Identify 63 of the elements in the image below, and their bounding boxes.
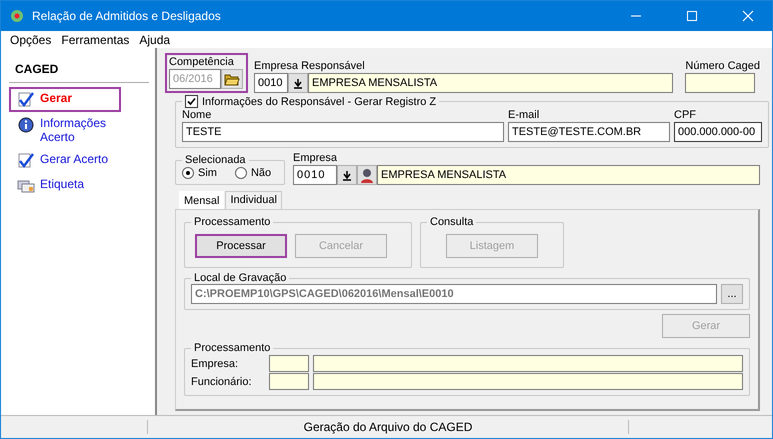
sidebar-item[interactable]: Gerar [9, 87, 121, 112]
download-icon [342, 170, 352, 180]
radio-option[interactable]: Não [234, 167, 272, 179]
browse-button[interactable]: ... [721, 284, 743, 304]
field-label: Nome [182, 108, 212, 122]
download-icon [293, 78, 303, 88]
code-field[interactable]: 0010 [293, 165, 337, 185]
row-label: Funcionário: [191, 376, 253, 388]
cards-icon [17, 178, 35, 194]
sidebar-item[interactable]: Gerar Acerto [9, 148, 125, 173]
tab[interactable]: Individual [225, 191, 282, 209]
tab[interactable]: Mensal [179, 191, 224, 209]
input-field[interactable]: 000.000.000-00 [674, 122, 762, 142]
person-button[interactable] [357, 165, 377, 185]
group-title: Processamento [194, 216, 270, 228]
caged-number-field[interactable] [685, 73, 756, 93]
sidebar-item[interactable]: Informações Acerto [9, 112, 125, 148]
status-text: Geração do Arquivo do CAGED [147, 420, 629, 434]
lookup-button[interactable] [337, 165, 357, 185]
group-title: Local de Gravação [194, 272, 286, 284]
field-label: Empresa Responsável [254, 59, 366, 73]
company-name-field[interactable]: EMPRESA MENSALISTA [377, 165, 760, 185]
code-field[interactable] [269, 355, 309, 372]
lookup-button[interactable] [288, 73, 308, 93]
field-label: CPF [674, 108, 697, 122]
person-icon [360, 168, 374, 182]
sidebar-label: Informações Acerto [40, 116, 108, 144]
field-label: Empresa [293, 151, 338, 165]
folder-icon [224, 72, 240, 86]
checked-document-icon [17, 153, 35, 169]
radio-option[interactable]: Sim [182, 167, 217, 179]
path-field[interactable]: C:\PROEMP10\GPS\CAGED\062016\Mensal\E0010 [191, 284, 717, 304]
name-field[interactable] [313, 373, 743, 390]
group-title: Informações do Responsável - Gerar Registro Z [202, 96, 436, 108]
sidebar-item[interactable]: Etiqueta [9, 173, 125, 198]
row-label: Empresa: [191, 358, 240, 370]
menu-item[interactable]: Opções [5, 32, 56, 46]
input-field[interactable]: TESTE@TESTE.COM.BR [508, 122, 670, 142]
group-title: Processamento [194, 342, 270, 354]
sidebar-label: Gerar [40, 91, 72, 105]
menu-item[interactable]: Ajuda [134, 32, 176, 46]
group-title: Consulta [430, 216, 474, 228]
field-label: Número Caged [685, 59, 760, 73]
field-label: Competência [169, 55, 235, 69]
maximize-icon[interactable] [686, 10, 698, 22]
info-icon [17, 117, 35, 133]
group-title: Selecionada [185, 154, 246, 166]
close-icon[interactable] [742, 10, 754, 22]
name-field[interactable] [313, 355, 743, 372]
sidebar-title: CAGED [9, 60, 149, 83]
checkbox[interactable] [185, 95, 198, 108]
field-label: E-mail [508, 108, 540, 122]
code-field[interactable] [269, 373, 309, 390]
sidebar-label: Etiqueta [40, 177, 84, 191]
app-icon [9, 8, 25, 24]
company-name-field[interactable]: EMPRESA MENSALISTA [308, 73, 674, 93]
sidebar-label: Gerar Acerto [40, 152, 108, 166]
code-field[interactable]: 0010 [254, 73, 288, 93]
checked-document-icon [17, 92, 35, 108]
window-title: Relação de Admitidos e Desligados [32, 9, 221, 23]
action-button[interactable]: Processar [195, 234, 287, 258]
menu-item[interactable]: Ferramentas [56, 32, 134, 46]
input-field[interactable]: TESTE [182, 122, 504, 142]
